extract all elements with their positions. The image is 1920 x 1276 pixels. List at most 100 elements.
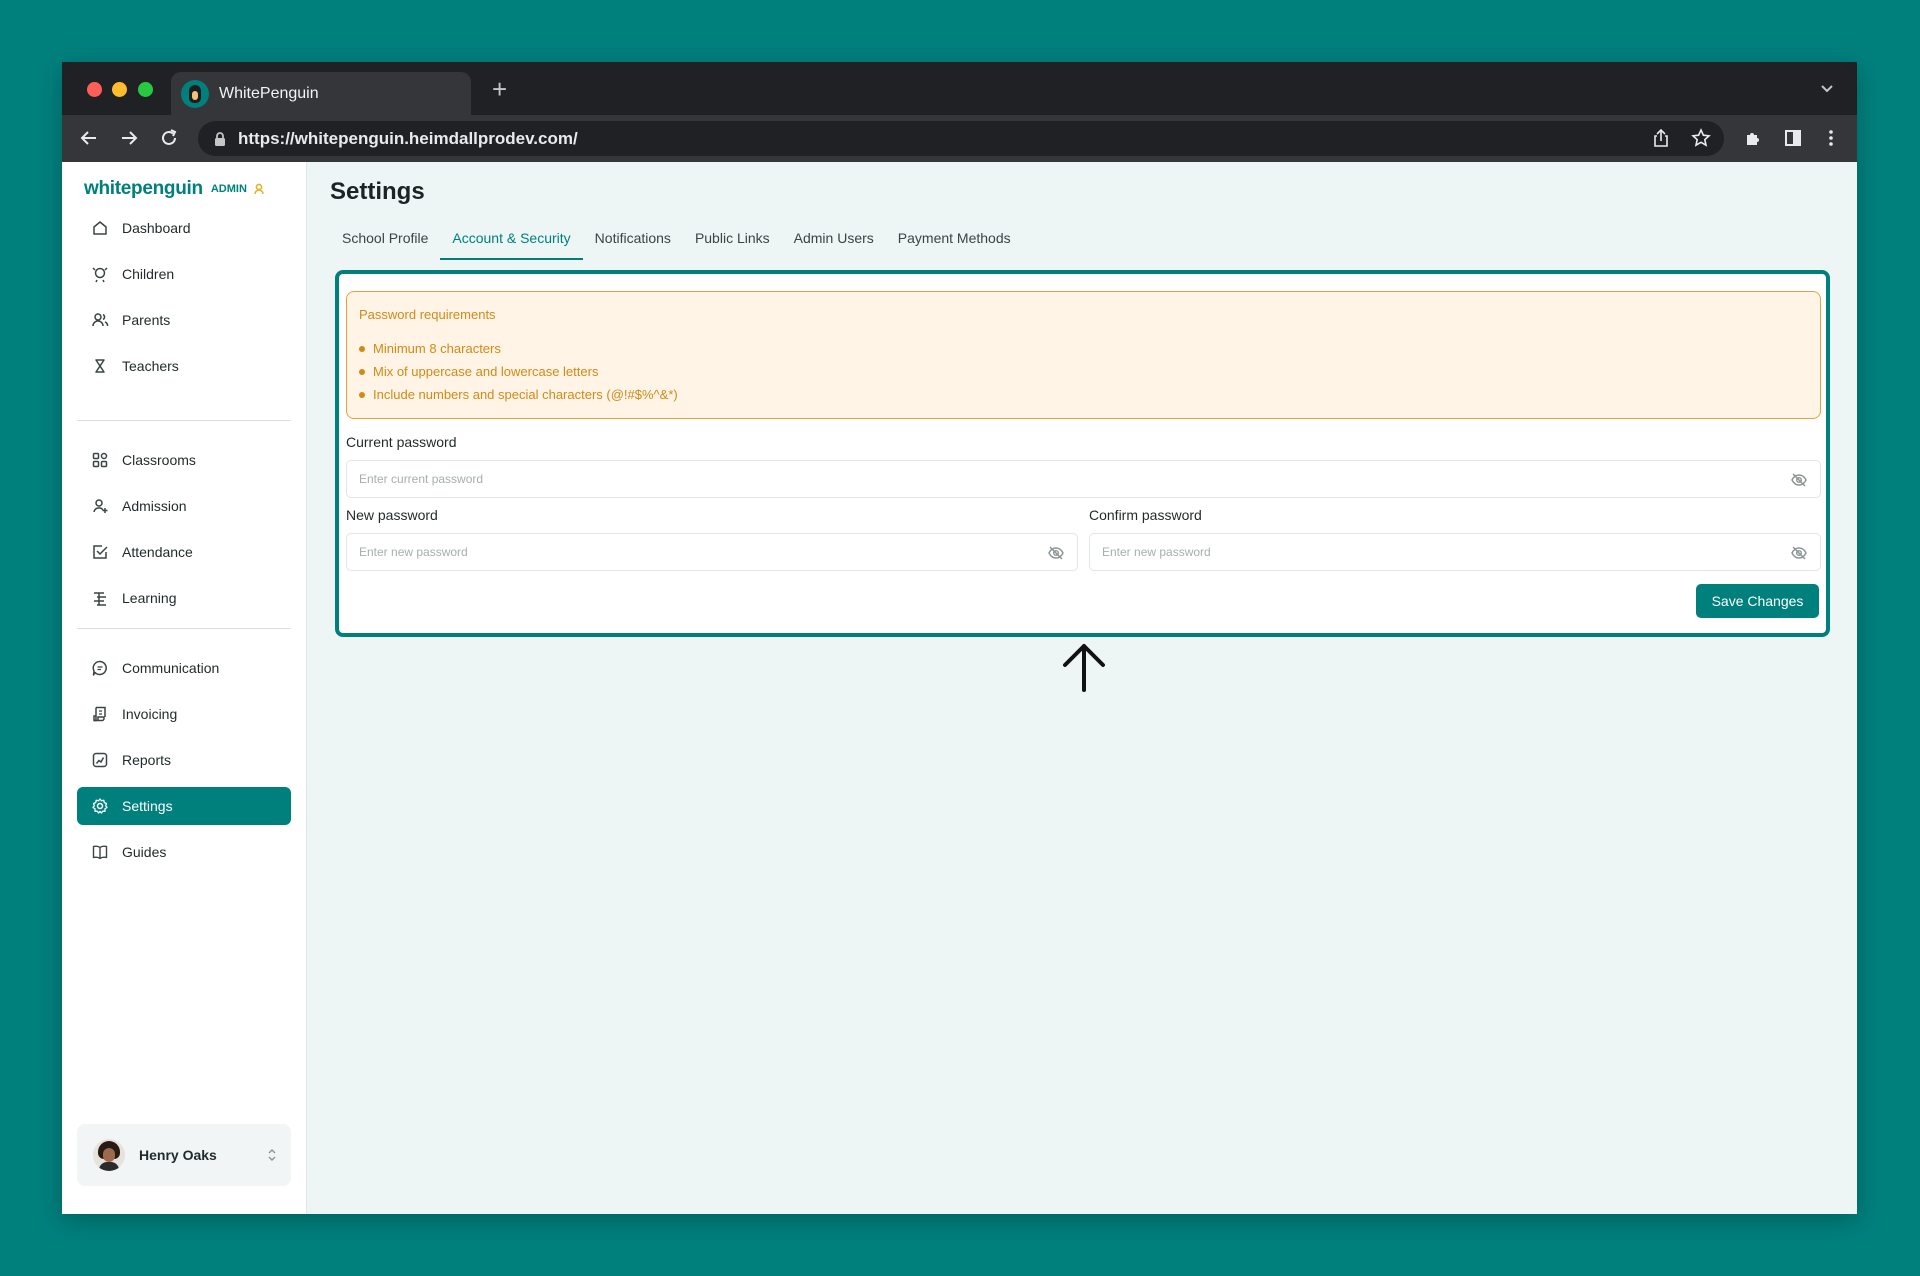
minimize-window-button[interactable] <box>112 82 127 97</box>
bullet-icon <box>359 391 365 398</box>
confirm-password-label: Confirm password <box>1089 507 1202 523</box>
invoice-icon <box>93 706 106 722</box>
share-icon[interactable] <box>1650 127 1672 149</box>
new-tab-button[interactable]: + <box>492 76 507 102</box>
forward-icon[interactable] <box>118 127 140 149</box>
eye-off-icon[interactable] <box>1790 471 1808 489</box>
requirement-text: Include numbers and special characters (… <box>373 387 678 402</box>
maximize-window-button[interactable] <box>138 82 153 97</box>
sidebar-item-attendance[interactable]: Attendance <box>77 533 291 571</box>
bullet-icon <box>359 345 365 352</box>
sidebar-item-parents[interactable]: Parents <box>77 301 291 339</box>
sidebar-item-teachers[interactable]: Teachers <box>77 347 291 385</box>
sidebar-item-label: Parents <box>122 312 171 328</box>
teacher-icon <box>95 359 105 373</box>
requirement-item: Minimum 8 characters <box>359 337 1808 360</box>
close-window-button[interactable] <box>87 82 102 97</box>
child-icon <box>92 267 108 283</box>
tab-school-profile[interactable]: School Profile <box>330 218 440 260</box>
sidebar-item-children[interactable]: Children <box>77 255 291 293</box>
sidebar-item-dashboard[interactable]: Dashboard <box>77 209 291 247</box>
admin-label: ADMIN <box>210 183 247 195</box>
current-password-field[interactable] <box>346 460 1821 498</box>
user-plus-icon <box>93 499 108 513</box>
browser-tab-title: WhitePenguin <box>219 84 319 102</box>
bookmark-star-icon[interactable] <box>1690 127 1712 149</box>
new-password-input[interactable] <box>359 545 1037 559</box>
chevron-updown-icon <box>268 1149 276 1161</box>
grid-icon <box>92 452 108 468</box>
sidebar-item-label: Attendance <box>122 544 193 560</box>
tab-payment-methods[interactable]: Payment Methods <box>886 218 1023 260</box>
main-content: Settings School Profile Account & Securi… <box>308 162 1857 1214</box>
side-panel-icon[interactable] <box>1782 127 1804 149</box>
book-list-icon <box>94 592 106 606</box>
confirm-password-field[interactable] <box>1089 533 1821 571</box>
requirement-item: Mix of uppercase and lowercase letters <box>359 360 1808 383</box>
brand-logo[interactable]: whitepenguin ADMIN <box>84 178 265 200</box>
new-password-field[interactable] <box>346 533 1078 571</box>
password-requirements: Password requirements Minimum 8 characte… <box>346 291 1821 419</box>
menu-kebab-icon[interactable] <box>1820 127 1842 149</box>
book-open-icon <box>92 845 108 860</box>
settings-tabs: School Profile Account & Security Notifi… <box>330 218 1023 260</box>
sidebar-item-label: Settings <box>122 798 173 814</box>
reload-icon[interactable] <box>158 127 180 149</box>
confirm-password-input[interactable] <box>1102 545 1780 559</box>
sidebar-item-communication[interactable]: Communication <box>77 649 291 687</box>
requirement-item: Include numbers and special characters (… <box>359 383 1808 406</box>
logo-text: whitepenguin <box>84 178 203 199</box>
bullet-icon <box>359 368 365 375</box>
avatar <box>93 1139 125 1171</box>
user-profile-menu[interactable]: Henry Oaks <box>77 1124 291 1186</box>
sidebar: whitepenguin ADMIN Dashboard Children Pa… <box>62 162 307 1214</box>
back-icon[interactable] <box>78 127 100 149</box>
sidebar-item-label: Teachers <box>122 358 179 374</box>
sidebar-item-label: Dashboard <box>122 220 191 236</box>
page-title: Settings <box>330 178 425 205</box>
sidebar-item-label: Guides <box>122 844 167 860</box>
web-page: whitepenguin ADMIN Dashboard Children Pa… <box>62 162 1857 1214</box>
tab-notifications[interactable]: Notifications <box>583 218 683 260</box>
admin-badge-icon <box>254 183 264 195</box>
requirements-title: Password requirements <box>359 307 496 322</box>
sidebar-item-classrooms[interactable]: Classrooms <box>77 441 291 479</box>
eye-off-icon[interactable] <box>1790 544 1808 562</box>
sidebar-item-guides[interactable]: Guides <box>77 833 291 871</box>
tab-account-security[interactable]: Account & Security <box>440 218 583 260</box>
sidebar-item-label: Learning <box>122 590 177 606</box>
address-bar[interactable]: https://whitepenguin.heimdallprodev.com/ <box>198 121 1724 156</box>
sidebar-item-label: Reports <box>122 752 172 768</box>
chart-icon <box>92 752 108 768</box>
extensions-icon[interactable] <box>1742 127 1764 149</box>
new-password-label: New password <box>346 507 438 523</box>
browser-tab[interactable]: WhitePenguin <box>171 72 471 115</box>
sidebar-item-label: Children <box>122 266 175 282</box>
sidebar-item-invoicing[interactable]: Invoicing <box>77 695 291 733</box>
tab-admin-users[interactable]: Admin Users <box>782 218 886 260</box>
sidebar-divider <box>77 628 291 629</box>
account-security-panel: Password requirements Minimum 8 characte… <box>335 270 1830 637</box>
eye-off-icon[interactable] <box>1047 544 1065 562</box>
tab-search-chevron-icon[interactable] <box>1819 80 1835 96</box>
current-password-input[interactable] <box>359 472 1780 486</box>
sidebar-item-admission[interactable]: Admission <box>77 487 291 525</box>
check-square-icon <box>93 545 108 559</box>
url-text: https://whitepenguin.heimdallprodev.com/ <box>238 128 578 148</box>
browser-window: WhitePenguin + https://whitepenguin.heim… <box>62 62 1857 1214</box>
save-changes-button[interactable]: Save Changes <box>1696 584 1819 618</box>
home-icon <box>93 221 107 235</box>
browser-toolbar: https://whitepenguin.heimdallprodev.com/ <box>62 115 1857 162</box>
lock-icon <box>215 131 225 146</box>
current-password-label: Current password <box>346 434 457 450</box>
gear-icon <box>92 798 108 814</box>
sidebar-item-learning[interactable]: Learning <box>77 579 291 617</box>
user-name: Henry Oaks <box>139 1147 217 1163</box>
sidebar-item-settings[interactable]: Settings <box>77 787 291 825</box>
sidebar-item-reports[interactable]: Reports <box>77 741 291 779</box>
requirement-text: Minimum 8 characters <box>373 341 501 356</box>
sidebar-item-label: Classrooms <box>122 452 196 468</box>
sidebar-divider <box>77 420 291 421</box>
tab-public-links[interactable]: Public Links <box>683 218 782 260</box>
sidebar-item-label: Communication <box>122 660 220 676</box>
